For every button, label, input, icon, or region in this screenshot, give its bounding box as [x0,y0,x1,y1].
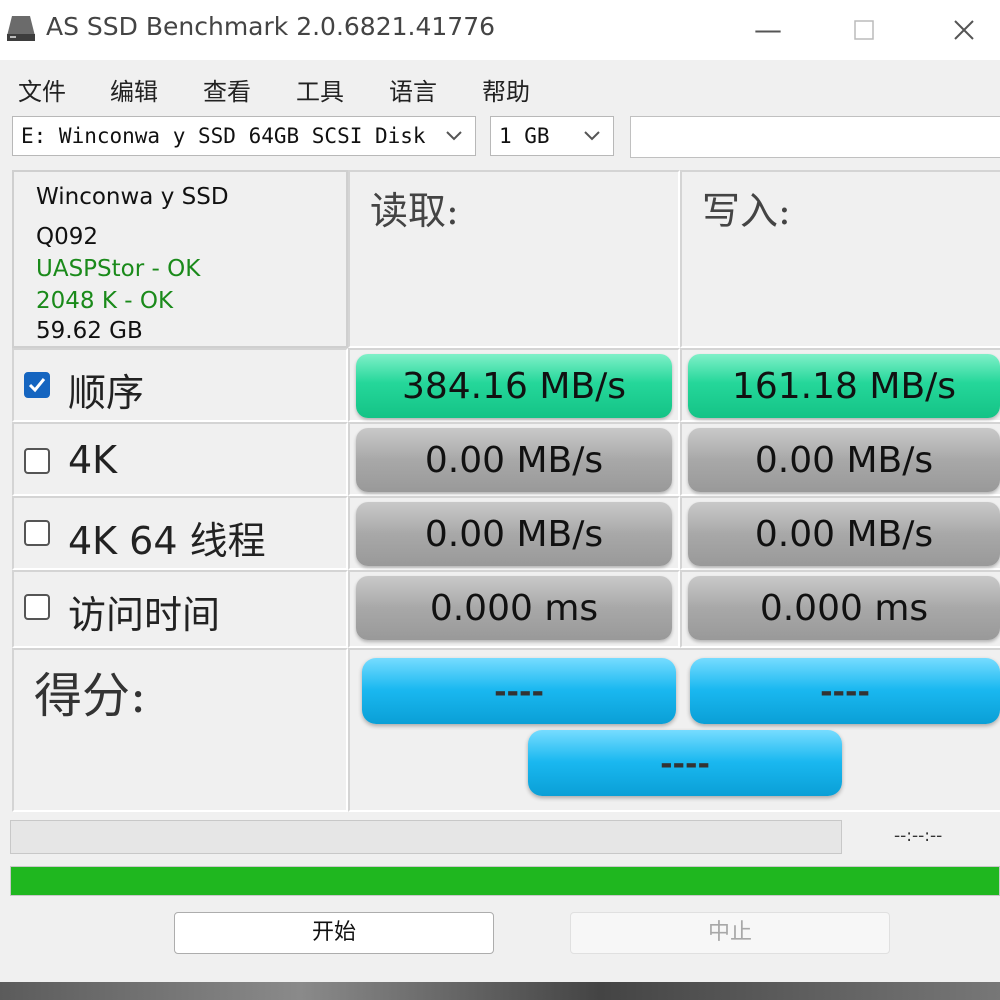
score-total: ---- [528,730,842,796]
write-header: 写入: [702,189,791,233]
maximize-button[interactable] [844,12,884,48]
score-label-cell: 得分: [12,648,348,812]
read-result-seq: 384.16 MB/s [348,348,680,422]
drive-info-panel: Winconwa y SSD Q092 UASPStor - OK 2048 K… [12,170,348,348]
menu-bar: 文件 编辑 查看 工具 语言 帮助 [0,62,1000,112]
results-grid: Winconwa y SSD Q092 UASPStor - OK 2048 K… [12,170,1000,812]
size-select-value: 1 GB [499,124,550,148]
score-label: 得分: [34,668,147,724]
minimize-button[interactable]: — [748,12,788,48]
drive-select-value: E: Winconwa y SSD 64GB SCSI Disk [21,124,426,148]
write-result-seq: 161.18 MB/s [680,348,1000,422]
menu-view[interactable]: 查看 [203,72,251,107]
row-name-seq: 顺序 [68,371,145,415]
row-label-seq: 顺序 [12,348,348,422]
menu-language[interactable]: 语言 [389,72,437,107]
start-button[interactable]: 开始 [174,912,494,954]
row-label-4k64: 4K 64 线程 [12,496,348,570]
read-value-4k: 0.00 MB/s [356,428,672,492]
drive-select[interactable]: E: Winconwa y SSD 64GB SCSI Disk [12,116,476,156]
driver-status: UASPStor - OK [36,256,201,282]
chevron-down-icon [584,131,600,141]
check-icon [28,378,46,393]
score-read: ---- [362,658,676,724]
write-result-access: 0.000 ms [680,570,1000,648]
checkbox-4k64[interactable] [24,520,50,546]
write-value-4k64: 0.00 MB/s [688,502,1000,566]
close-button[interactable] [944,12,984,48]
read-value-4k64: 0.00 MB/s [356,502,672,566]
row-name-access: 访问时间 [68,593,221,637]
chevron-down-icon [446,131,462,141]
write-column-header: 写入: [680,170,1000,348]
read-result-4k: 0.00 MB/s [348,422,680,496]
maximize-icon [854,20,874,40]
close-icon [954,20,974,40]
read-column-header: 读取: [348,170,680,348]
write-value-seq: 161.18 MB/s [688,354,1000,418]
drive-capacity: 59.62 GB [36,318,143,344]
score-write: ---- [690,658,1000,724]
drive-model: Q092 [36,224,99,250]
menu-edit[interactable]: 编辑 [110,72,158,107]
drive-name: Winconwa y SSD [36,184,229,210]
size-select[interactable]: 1 GB [490,116,614,156]
menu-file[interactable]: 文件 [18,72,66,107]
drive-icon [7,16,35,41]
stop-button[interactable]: 中止 [570,912,890,954]
read-header: 读取: [370,189,459,233]
alignment-status: 2048 K - OK [36,288,174,314]
write-value-access: 0.000 ms [688,576,1000,640]
status-field [630,116,1000,158]
checkbox-4k[interactable] [24,448,50,474]
row-name-4k64: 4K 64 线程 [68,519,266,563]
read-value-seq: 384.16 MB/s [356,354,672,418]
row-name-4k: 4K [68,438,118,482]
menu-help[interactable]: 帮助 [482,72,530,107]
taskbar-strip [0,982,1000,1000]
overall-progress-fill [11,867,999,895]
elapsed-time: --:--:-- [894,826,943,846]
title-bar: AS SSD Benchmark 2.0.6821.41776 — [0,0,1000,60]
overall-progress-bar [10,866,1000,896]
score-panel: ---- ---- ---- [348,648,1000,812]
read-result-4k64: 0.00 MB/s [348,496,680,570]
read-value-access: 0.000 ms [356,576,672,640]
write-result-4k64: 0.00 MB/s [680,496,1000,570]
window-title: AS SSD Benchmark 2.0.6821.41776 [46,12,495,41]
read-result-access: 0.000 ms [348,570,680,648]
write-result-4k: 0.00 MB/s [680,422,1000,496]
row-label-access: 访问时间 [12,570,348,648]
menu-tools[interactable]: 工具 [296,72,344,107]
checkbox-seq[interactable] [24,372,50,398]
write-value-4k: 0.00 MB/s [688,428,1000,492]
task-progress-bar [10,820,842,854]
row-label-4k: 4K [12,422,348,496]
checkbox-access[interactable] [24,594,50,620]
